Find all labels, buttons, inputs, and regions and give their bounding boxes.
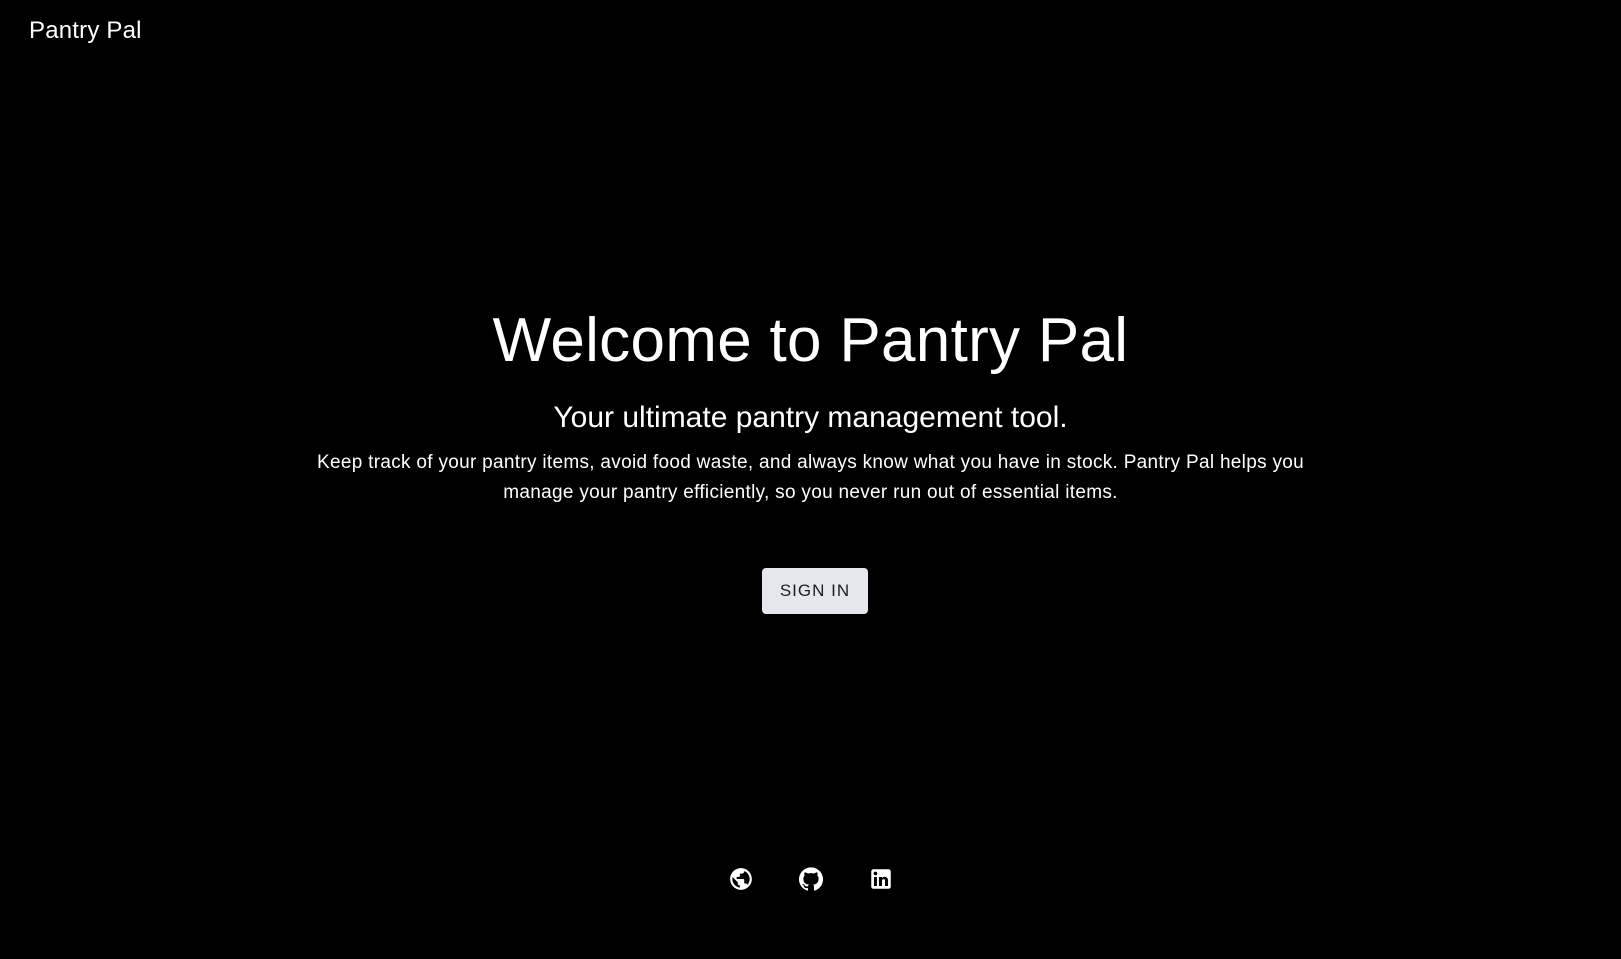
hero-description: Keep track of your pantry items, avoid f…	[317, 452, 1304, 503]
sign-in-button[interactable]: Sign In	[762, 568, 868, 614]
hero-title: Welcome to Pantry Pal	[492, 306, 1129, 375]
linkedin-link[interactable]	[868, 866, 894, 892]
hero-subtitle: Your ultimate pantry management tool.	[553, 401, 1068, 434]
app-title: Pantry Pal	[29, 17, 142, 44]
github-icon	[798, 866, 824, 892]
website-link[interactable]	[728, 866, 754, 892]
globe-icon	[728, 866, 754, 892]
footer-social-links	[0, 866, 1621, 892]
github-link[interactable]	[798, 866, 824, 892]
linkedin-icon	[868, 866, 894, 892]
